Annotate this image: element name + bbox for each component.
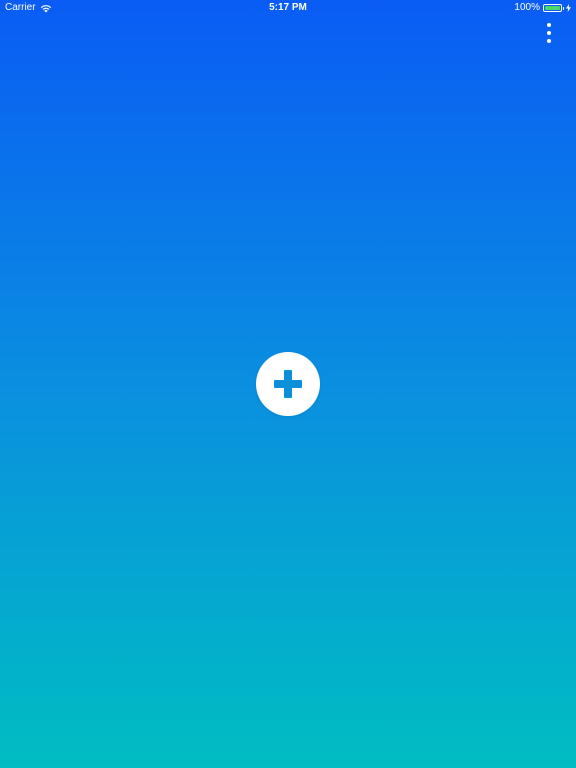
menu-dot [547,31,551,35]
app-screen: Carrier 5:17 PM 100% [0,0,576,768]
menu-dot [547,39,551,43]
menu-dot [547,23,551,27]
add-button[interactable] [256,352,320,416]
battery-cap [563,6,564,10]
plus-icon [274,370,302,398]
charging-bolt-icon [566,4,571,12]
battery-percent: 100% [514,2,540,13]
more-options-button[interactable] [538,22,560,44]
status-time: 5:17 PM [269,2,307,13]
status-right: 100% [514,0,571,16]
battery-icon [543,4,562,12]
battery-fill [545,6,560,10]
status-bar: Carrier 5:17 PM 100% [0,0,576,16]
